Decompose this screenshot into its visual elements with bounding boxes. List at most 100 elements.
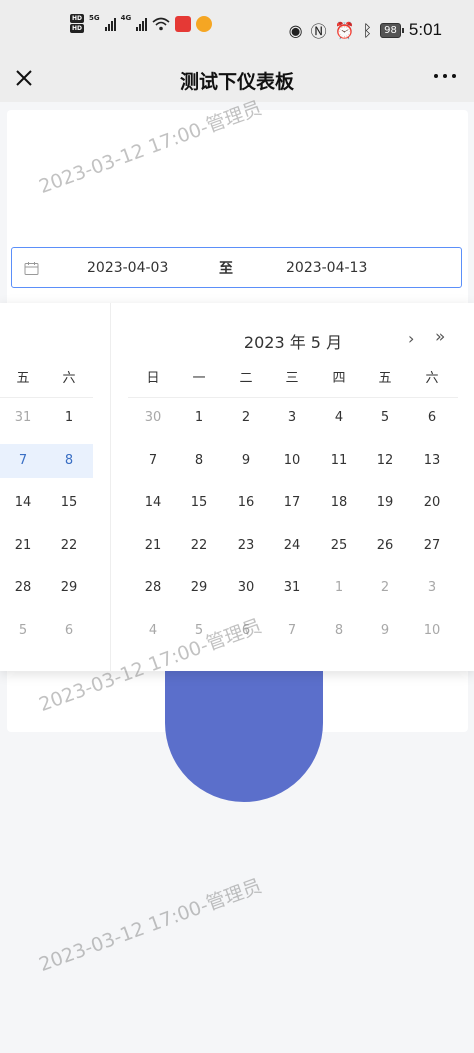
watermark: 2023-03-12 17:00-管理员: [36, 874, 265, 977]
date-picker-popup: 五 六 31 1 7 8 14 15 21 22 28 29 5 6 2023 年 5 月 › » 日…: [0, 303, 474, 671]
weekday-fri: 五: [16, 371, 30, 386]
weekday-label: 一: [192, 371, 206, 386]
day-cell[interactable]: 4: [319, 401, 359, 435]
hd-badge-1: HD: [70, 14, 85, 23]
next-year-button[interactable]: »: [435, 327, 445, 347]
chart-pie-segment: [165, 670, 323, 802]
weekday-label: 六: [425, 371, 439, 386]
day-cell[interactable]: 22: [179, 529, 219, 563]
day-cell[interactable]: 7: [133, 444, 173, 478]
day-cell[interactable]: 5: [3, 614, 43, 648]
day-cell[interactable]: 2: [365, 571, 405, 605]
day-cell[interactable]: 6: [412, 401, 452, 435]
day-cell[interactable]: 9: [365, 614, 405, 648]
day-cell[interactable]: 16: [226, 486, 266, 520]
status-left: HD HD 5G 4G: [70, 14, 213, 33]
network-4g-label: 4G: [120, 14, 132, 22]
weekday-label: 三: [285, 371, 299, 386]
day-cell[interactable]: 26: [365, 529, 405, 563]
nav-bar: 测试下仪表板: [0, 58, 474, 102]
day-cell[interactable]: 18: [319, 486, 359, 520]
alarm-icon: ⏰: [334, 20, 355, 40]
day-cell[interactable]: 25: [319, 529, 359, 563]
app-notification-icon-2: [196, 15, 213, 32]
day-cell[interactable]: 6: [226, 614, 266, 648]
day-cell[interactable]: 10: [412, 614, 452, 648]
weekday-label: 四: [332, 371, 346, 386]
day-cell[interactable]: 5: [365, 401, 405, 435]
day-cell[interactable]: 9: [226, 444, 266, 478]
next-month-button[interactable]: ›: [408, 329, 414, 348]
day-cell[interactable]: 12: [365, 444, 405, 478]
day-cell[interactable]: 11: [319, 444, 359, 478]
day-cell[interactable]: 14: [3, 486, 43, 520]
weekday-label: 日: [146, 371, 160, 386]
day-cell[interactable]: 29: [49, 571, 89, 605]
day-cell[interactable]: 8: [179, 444, 219, 478]
range-end-input[interactable]: 2023-04-13: [286, 260, 367, 276]
date-range-input[interactable]: 2023-04-03 至 2023-04-13: [11, 247, 462, 288]
day-cell[interactable]: 8: [319, 614, 359, 648]
divider: [0, 397, 93, 398]
day-cell[interactable]: 3: [272, 401, 312, 435]
more-icon[interactable]: [434, 74, 456, 78]
calendar-panel-right: 2023 年 5 月 › » 日一二三四五六 30 1 2 3 4 5 6 7 8 9 10 11 12…: [112, 303, 474, 671]
page-title: 测试下仪表板: [179, 71, 294, 93]
signal-bars-icon: [104, 17, 116, 31]
nfc-icon: Ⓝ: [310, 22, 327, 41]
app-notification-icon: [175, 15, 192, 32]
day-cell[interactable]: 17: [272, 486, 312, 520]
bluetooth-icon: ᛒ: [362, 20, 373, 40]
hd-badge-2: HD: [70, 24, 85, 33]
day-cell[interactable]: 13: [412, 444, 452, 478]
hd-badges: HD HD: [70, 14, 85, 33]
day-cell[interactable]: 1: [49, 401, 89, 435]
day-cell[interactable]: 6: [49, 614, 89, 648]
day-cell[interactable]: 27: [412, 529, 452, 563]
network-5g-label: 5G: [89, 14, 100, 22]
day-cell[interactable]: 1: [319, 571, 359, 605]
range-start-input[interactable]: 2023-04-03: [87, 260, 168, 276]
status-right: ◉ Ⓝ ⏰ ᛒ 98 5:01: [289, 18, 442, 42]
battery-icon: 98: [380, 22, 404, 38]
day-cell[interactable]: 21: [133, 529, 173, 563]
divider: [128, 397, 458, 398]
day-cell[interactable]: 7: [272, 614, 312, 648]
day-cell[interactable]: 7: [3, 444, 43, 478]
status-bar: HD HD 5G 4G ◉ Ⓝ ⏰ ᛒ 98 5:01: [0, 0, 474, 58]
weekday-sat: 六: [62, 371, 76, 386]
day-cell[interactable]: 15: [49, 486, 89, 520]
day-cell[interactable]: 2: [226, 401, 266, 435]
day-cell[interactable]: 14: [133, 486, 173, 520]
day-cell[interactable]: 28: [133, 571, 173, 605]
day-cell[interactable]: 10: [272, 444, 312, 478]
day-cell[interactable]: 1: [179, 401, 219, 435]
day-cell[interactable]: 28: [3, 571, 43, 605]
day-cell[interactable]: 23: [226, 529, 266, 563]
day-cell[interactable]: 20: [412, 486, 452, 520]
day-cell[interactable]: 31: [272, 571, 312, 605]
day-cell[interactable]: 3: [412, 571, 452, 605]
calendar-icon: [24, 262, 39, 275]
day-cell[interactable]: 5: [179, 614, 219, 648]
eye-icon: ◉: [288, 20, 303, 40]
day-cell[interactable]: 4: [133, 614, 173, 648]
day-cell[interactable]: 15: [179, 486, 219, 520]
day-cell[interactable]: 24: [272, 529, 312, 563]
signal-bars-icon-2: [136, 17, 148, 31]
day-cell[interactable]: 22: [49, 529, 89, 563]
calendar-panel-left: 五 六 31 1 7 8 14 15 21 22 28 29 5 6: [0, 303, 111, 671]
wifi-icon: [152, 17, 170, 30]
day-cell[interactable]: 19: [365, 486, 405, 520]
day-cell[interactable]: 21: [3, 529, 43, 563]
month-title: 2023 年 5 月: [243, 333, 343, 352]
day-cell[interactable]: 29: [179, 571, 219, 605]
day-cell[interactable]: 30: [226, 571, 266, 605]
day-cell[interactable]: 30: [133, 401, 173, 435]
day-cell[interactable]: 8: [49, 444, 89, 478]
status-time: 5:01: [408, 20, 442, 39]
weekday-label: 二: [239, 371, 253, 386]
weekday-label: 五: [378, 371, 392, 386]
day-cell[interactable]: 31: [3, 401, 43, 435]
range-separator: 至: [219, 261, 233, 277]
